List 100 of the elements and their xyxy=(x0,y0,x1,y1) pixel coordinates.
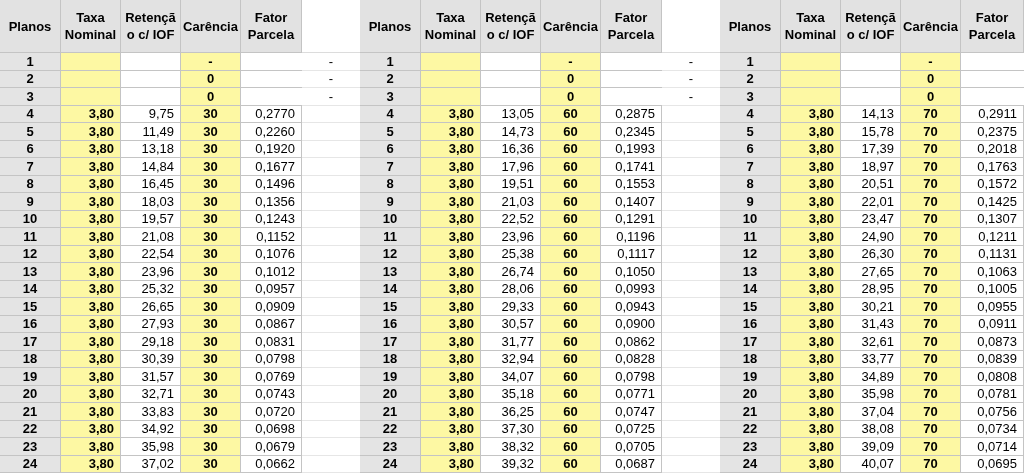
column-header: Fator Parcela xyxy=(601,0,662,53)
row-header: 3 xyxy=(720,88,781,106)
row-header: 19 xyxy=(0,368,61,386)
row-header: 15 xyxy=(360,298,421,316)
row-header: 1 xyxy=(720,53,781,71)
table-cell: 0,0695 xyxy=(961,455,1024,473)
table-cell: 70 xyxy=(901,298,961,316)
table-cell: 0,0839 xyxy=(961,350,1024,368)
table-cell: 0,0734 xyxy=(961,420,1024,438)
column-header: Planos xyxy=(0,0,61,53)
table-cell: 0,0720 xyxy=(241,403,302,421)
table-cell: 3,80 xyxy=(421,193,481,211)
row-header: 15 xyxy=(0,298,61,316)
table-cell: 0,0698 xyxy=(241,420,302,438)
table-cell: 0,1243 xyxy=(241,210,302,228)
column-header: Carência xyxy=(901,0,961,53)
table-cell: 0,0808 xyxy=(961,368,1024,386)
column-header: Fator Parcela xyxy=(961,0,1024,53)
table-cell: 70 xyxy=(901,158,961,176)
row-header: 23 xyxy=(360,438,421,456)
table-cell: 0,2375 xyxy=(961,123,1024,141)
table-cell: 70 xyxy=(901,333,961,351)
table-cell: 0,0714 xyxy=(961,438,1024,456)
row-header: 7 xyxy=(720,158,781,176)
table-cell: 3,80 xyxy=(781,368,841,386)
table-cell: - xyxy=(901,53,961,71)
table-cell: 3,80 xyxy=(61,368,121,386)
row-header: 21 xyxy=(0,403,61,421)
table-cell: 60 xyxy=(541,298,601,316)
table-cell: 3,80 xyxy=(781,403,841,421)
table-cell: 0,0687 xyxy=(601,455,662,473)
table-cell: 0,0957 xyxy=(241,280,302,298)
table-cell: 3,80 xyxy=(781,228,841,246)
table-cell xyxy=(61,88,121,106)
table-cell: 0,0867 xyxy=(241,315,302,333)
row-header: 17 xyxy=(360,333,421,351)
table-cell: 3,80 xyxy=(421,368,481,386)
table-cell: 30 xyxy=(181,438,241,456)
table-cell: 0,1050 xyxy=(601,263,662,281)
table-cell xyxy=(421,53,481,71)
table-cell: 0,0873 xyxy=(961,333,1024,351)
column-header: Retençã o c/ IOF xyxy=(121,0,181,53)
table-cell: 3,80 xyxy=(61,193,121,211)
row-header: 5 xyxy=(720,123,781,141)
table-cell: 3,80 xyxy=(421,298,481,316)
row-header: 13 xyxy=(0,263,61,281)
table-cell: 30 xyxy=(181,158,241,176)
table-cell: 0,1407 xyxy=(601,193,662,211)
table-cell: 3,80 xyxy=(61,298,121,316)
table-cell: 70 xyxy=(901,438,961,456)
row-header: 7 xyxy=(360,158,421,176)
column-header: Taxa Nominal xyxy=(781,0,841,53)
table-cell: 0,1553 xyxy=(601,175,662,193)
column-header: Planos xyxy=(360,0,421,53)
column-header: Taxa Nominal xyxy=(421,0,481,53)
table-cell: 30 xyxy=(181,368,241,386)
table-cell: 3,80 xyxy=(61,333,121,351)
table-cell xyxy=(61,53,121,71)
table-cell: 60 xyxy=(541,193,601,211)
column-header: Carência xyxy=(541,0,601,53)
table-cell: 0,0955 xyxy=(961,298,1024,316)
table-cell: 0,2770 xyxy=(241,105,302,123)
table-cell: 0,2260 xyxy=(241,123,302,141)
row-header: 17 xyxy=(720,333,781,351)
table-cell: 0,0909 xyxy=(241,298,302,316)
table-cell: 70 xyxy=(901,368,961,386)
row-header: 15 xyxy=(720,298,781,316)
table-cell xyxy=(421,88,481,106)
column-header: Fator Parcela xyxy=(241,0,302,53)
row-header: 9 xyxy=(360,193,421,211)
table-cell: 0,1920 xyxy=(241,140,302,158)
row-header: 11 xyxy=(0,228,61,246)
row-header: 1 xyxy=(0,53,61,71)
table-cell xyxy=(781,53,841,71)
table-cell: 0,1196 xyxy=(601,228,662,246)
table-cell: 30 xyxy=(181,298,241,316)
table-cell: 0,0756 xyxy=(961,403,1024,421)
table-cell: 0,1012 xyxy=(241,263,302,281)
row-header: 7 xyxy=(0,158,61,176)
row-header: 21 xyxy=(360,403,421,421)
table-cell: 60 xyxy=(541,403,601,421)
table-cell: 3,80 xyxy=(781,158,841,176)
table-cell: 3,80 xyxy=(421,438,481,456)
table-cell: 60 xyxy=(541,228,601,246)
table-cell: 0,1291 xyxy=(601,210,662,228)
table-cell: 0,1741 xyxy=(601,158,662,176)
table-cell: 30 xyxy=(181,193,241,211)
table-cell: - xyxy=(181,53,241,71)
table-cell: 0,1152 xyxy=(241,228,302,246)
table-cell: 0,1993 xyxy=(601,140,662,158)
table-cell: 0,0993 xyxy=(601,280,662,298)
table-cell: 30 xyxy=(181,333,241,351)
table-cell: - xyxy=(541,53,601,71)
table-cell: 3,80 xyxy=(61,403,121,421)
table-cell: 0,1496 xyxy=(241,175,302,193)
table-cell: 60 xyxy=(541,158,601,176)
table-cell: 0,0798 xyxy=(601,368,662,386)
table-cell: 30 xyxy=(181,228,241,246)
table-cell: 0,0798 xyxy=(241,350,302,368)
table-cell: 0,2018 xyxy=(961,140,1024,158)
